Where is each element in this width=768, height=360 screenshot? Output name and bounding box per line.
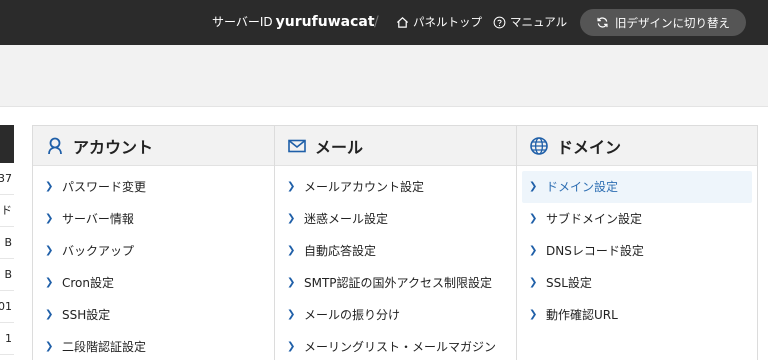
menu-item-spam[interactable]: ❯ 迷惑メール設定 [280,203,511,235]
domain-panel-header: ドメイン [517,126,757,166]
panel-top-label: パネルトップ [413,15,482,29]
sidebar-row: B [0,259,14,291]
globe-icon [530,136,548,155]
separator: / [374,14,379,30]
menu-item-label: サーバー情報 [62,212,134,226]
mail-panel-header: メール [275,126,516,166]
menu-item-dns[interactable]: ❯ DNSレコード設定 [522,235,752,267]
menu-item-label: 自動応答設定 [304,244,377,258]
chevron-right-icon: ❯ [287,245,296,256]
user-icon [48,137,62,154]
switch-design-button[interactable]: 旧デザインに切り替え [580,9,746,36]
menu-item-mail-account[interactable]: ❯ メールアカウント設定 [280,171,511,203]
mail-panel: メール ❯ メールアカウント設定 ❯ 迷惑メール設定 ❯ 自動応答設定 ❯ SMTP認証… [274,125,517,360]
server-info: サーバーID yurufuwacat [212,0,375,45]
menu-item-test-url[interactable]: ❯ 動作確認URL [522,299,752,331]
menu-item-label: 二段階認証設定 [62,340,147,354]
menu-item-label: 迷惑メール設定 [304,212,389,226]
account-panel-title: アカウント [73,137,154,157]
sidebar-row: 1 [0,323,14,355]
menu-item-ssl[interactable]: ❯ SSL設定 [522,267,752,299]
menu-item-mailing-list[interactable]: ❯ メーリングリスト・メールマガジン [280,331,511,360]
menu-item-label: SSH設定 [62,308,111,322]
menu-item-2fa[interactable]: ❯ 二段階認証設定 [38,331,269,360]
menu-item-label: メーリングリスト・メールマガジン [304,340,497,354]
menu-item-autoreply[interactable]: ❯ 自動応答設定 [280,235,511,267]
account-panel-header: アカウント [33,126,274,166]
chevron-right-icon: ❯ [45,213,54,224]
menu-item-label: メールアカウント設定 [304,180,425,194]
sidebar-row: 01 [0,291,14,323]
chevron-right-icon: ❯ [529,181,538,192]
menu-item-label: メールの振り分け [304,308,401,322]
sidebar-row: 37 [0,163,14,195]
domain-panel: ドメイン ❯ ドメイン設定 ❯ サブドメイン設定 ❯ DNSレコード設定 ❯ SSL設定… [516,125,758,360]
chevron-right-icon: ❯ [287,309,296,320]
chevron-right-icon: ❯ [529,245,538,256]
sidebar-row: B [0,227,14,259]
menu-item-password[interactable]: ❯ パスワード変更 [38,171,269,203]
menu-item-label: サブドメイン設定 [546,212,643,226]
menu-item-label: SSL設定 [546,276,592,290]
menu-item-label: DNSレコード設定 [546,244,644,258]
mail-icon [288,139,306,152]
server-label: サーバーID [212,15,273,29]
server-id: yurufuwacat [275,14,375,30]
top-bar: サーバーID yurufuwacat / パネルトップ マニュアル 旧デザインに切… [0,0,768,45]
chevron-right-icon: ❯ [529,213,538,224]
manual-link[interactable]: マニュアル [493,0,567,45]
chevron-right-icon: ❯ [529,309,538,320]
menu-item-server-info[interactable]: ❯ サーバー情報 [38,203,269,235]
panel-top-link[interactable]: パネルトップ [396,0,482,45]
menu-item-label: 動作確認URL [546,308,618,322]
menu-item-label: SMTP認証の国外アクセス制限設定 [304,276,492,290]
menu-item-label: パスワード変更 [62,180,147,194]
menu-item-backup[interactable]: ❯ バックアップ [38,235,269,267]
menu-item-mail-filter[interactable]: ❯ メールの振り分け [280,299,511,331]
chevron-right-icon: ❯ [287,181,296,192]
mail-panel-title: メール [315,137,364,157]
left-sidebar: 37 ド B B 01 1 [0,125,14,355]
menu-item-label: バックアップ [62,244,135,258]
refresh-icon [597,17,608,28]
menu-item-label: ドメイン設定 [546,180,619,194]
menu-item-cron[interactable]: ❯ Cron設定 [38,267,269,299]
page-header-band [0,45,768,107]
chevron-right-icon: ❯ [287,341,296,352]
chevron-right-icon: ❯ [45,181,54,192]
account-panel: アカウント ❯ パスワード変更 ❯ サーバー情報 ❯ バックアップ ❯ Cron設定 ❯… [32,125,275,360]
switch-design-label: 旧デザインに切り替え [615,15,730,30]
chevron-right-icon: ❯ [287,277,296,288]
chevron-right-icon: ❯ [45,277,54,288]
menu-item-smtp[interactable]: ❯ SMTP認証の国外アクセス制限設定 [280,267,511,299]
chevron-right-icon: ❯ [45,309,54,320]
manual-label: マニュアル [510,15,568,29]
menu-item-domain-settings[interactable]: ❯ ドメイン設定 [522,171,752,203]
chevron-right-icon: ❯ [45,341,54,352]
menu-item-ssh[interactable]: ❯ SSH設定 [38,299,269,331]
sidebar-row: ド [0,195,14,227]
menu-item-label: Cron設定 [62,276,114,290]
chevron-right-icon: ❯ [287,213,296,224]
home-icon [396,17,409,28]
domain-panel-title: ドメイン [557,137,622,157]
chevron-right-icon: ❯ [529,277,538,288]
help-icon [493,16,506,29]
menu-item-subdomain[interactable]: ❯ サブドメイン設定 [522,203,752,235]
chevron-right-icon: ❯ [45,245,54,256]
sidebar-header [0,125,14,163]
